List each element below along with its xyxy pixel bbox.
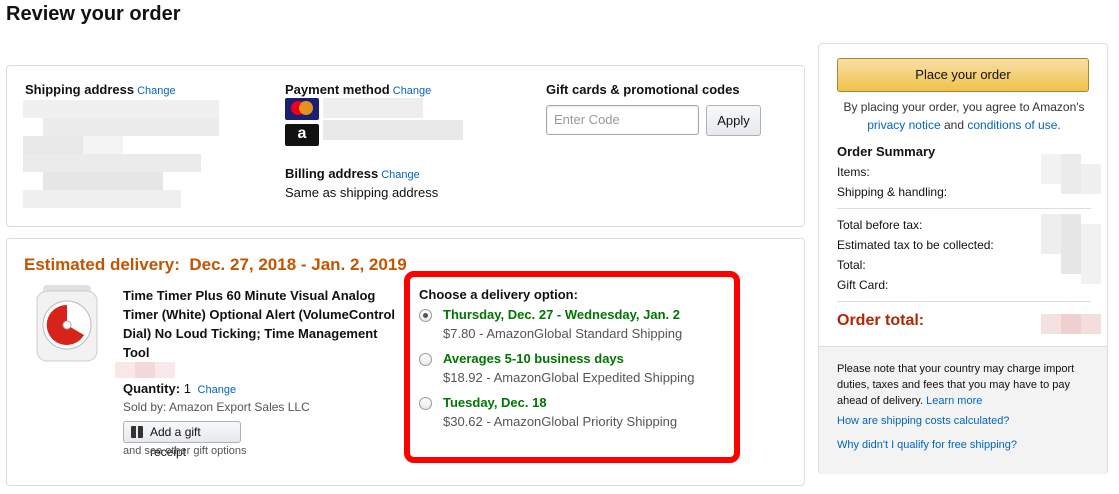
mastercard-icon xyxy=(285,98,319,120)
billing-address-value: Same as shipping address xyxy=(285,185,439,200)
billing-address-label: Billing address xyxy=(285,166,379,181)
redacted-summary-amounts xyxy=(1041,154,1101,334)
gift-icon xyxy=(131,426,143,438)
import-duties-note: Please note that your country may charge… xyxy=(837,363,1075,407)
product-title[interactable]: Time Timer Plus 60 Minute Visual Analog … xyxy=(123,286,403,362)
payment-method-section: Payment method Change a Billing address Ch… xyxy=(285,82,463,200)
other-gift-options: and see other gift options xyxy=(123,445,247,457)
product-image[interactable] xyxy=(35,285,99,363)
privacy-notice-link[interactable]: privacy notice xyxy=(867,118,940,132)
shipping-address-section: Shipping address Change xyxy=(23,82,219,208)
learn-more-link[interactable]: Learn more xyxy=(926,395,982,407)
summary-shipping-label: Shipping & handling: xyxy=(837,185,948,199)
import-note-area: Please note that your country may charge… xyxy=(819,346,1107,474)
add-gift-receipt-button[interactable]: Add a gift receipt xyxy=(123,421,241,459)
quantity-value: 1 xyxy=(183,381,191,396)
place-order-button[interactable]: Place your order xyxy=(837,58,1089,92)
delivery-option-price: $30.62 - AmazonGlobal Priority Shipping xyxy=(443,414,678,429)
order-summary-title: Order Summary xyxy=(837,144,936,159)
delivery-option-name: Averages 5-10 business days xyxy=(443,351,624,366)
conditions-of-use-link[interactable]: conditions of use. xyxy=(967,118,1060,132)
gift-codes-label: Gift cards & promotional codes xyxy=(546,82,740,97)
redacted-payment-details xyxy=(323,98,463,142)
delivery-option-price: $7.80 - AmazonGlobal Standard Shipping xyxy=(443,326,683,341)
apply-button[interactable]: Apply xyxy=(706,105,761,136)
sold-by: Sold by: Amazon Export Sales LLC xyxy=(123,400,310,414)
quantity: Quantity: 1 Change xyxy=(123,381,236,396)
summary-gift-card-label: Gift Card: xyxy=(837,278,889,292)
delivery-box: Estimated delivery: Dec. 27, 2018 - Jan.… xyxy=(6,238,805,486)
gift-codes-section: Gift cards & promotional codes Enter Cod… xyxy=(546,82,761,136)
shipping-address-label: Shipping address xyxy=(25,82,135,97)
payment-change-link[interactable]: Change xyxy=(393,85,432,97)
free-shipping-faq-link[interactable]: Why didn't I qualify for free shipping? xyxy=(837,439,1017,451)
delivery-radio[interactable] xyxy=(419,309,432,322)
promo-code-input[interactable]: Enter Code xyxy=(546,105,699,135)
estimated-delivery: Estimated delivery: Dec. 27, 2018 - Jan.… xyxy=(24,255,407,274)
summary-tax-label: Estimated tax to be collected: xyxy=(837,238,994,252)
order-summary-box: Place your order By placing your order, … xyxy=(818,43,1108,474)
summary-total-label: Total: xyxy=(837,258,866,272)
billing-change-link[interactable]: Change xyxy=(381,169,420,181)
delivery-radio[interactable] xyxy=(419,397,432,410)
choose-delivery-label: Choose a delivery option: xyxy=(419,287,578,302)
shipping-costs-faq-link[interactable]: How are shipping costs calculated? xyxy=(837,415,1009,427)
payment-method-label: Payment method xyxy=(285,82,390,97)
summary-total-before-tax-label: Total before tax: xyxy=(837,218,923,232)
delivery-option-name: Thursday, Dec. 27 - Wednesday, Jan. 2 xyxy=(443,307,680,322)
summary-items-label: Items: xyxy=(837,165,870,179)
quantity-change-link[interactable]: Change xyxy=(198,384,237,396)
redacted-shipping-address xyxy=(23,100,223,210)
order-total-label: Order total: xyxy=(837,312,925,329)
page-title: Review your order xyxy=(6,3,181,25)
billing-address-section: Billing address Change Same as shipping a… xyxy=(285,166,438,200)
shipping-change-link[interactable]: Change xyxy=(137,85,176,97)
agreement-text: By placing your order, you agree to Amaz… xyxy=(843,100,1085,132)
amazon-card-icon: a xyxy=(285,124,319,146)
quantity-label: Quantity: xyxy=(123,381,181,396)
redacted-price xyxy=(115,362,175,378)
delivery-option-price: $18.92 - AmazonGlobal Expedited Shipping xyxy=(443,370,695,385)
delivery-radio[interactable] xyxy=(419,353,432,366)
order-details-box: Shipping address Change Payment method Cha… xyxy=(6,65,805,227)
delivery-option-name: Tuesday, Dec. 18 xyxy=(443,395,547,410)
